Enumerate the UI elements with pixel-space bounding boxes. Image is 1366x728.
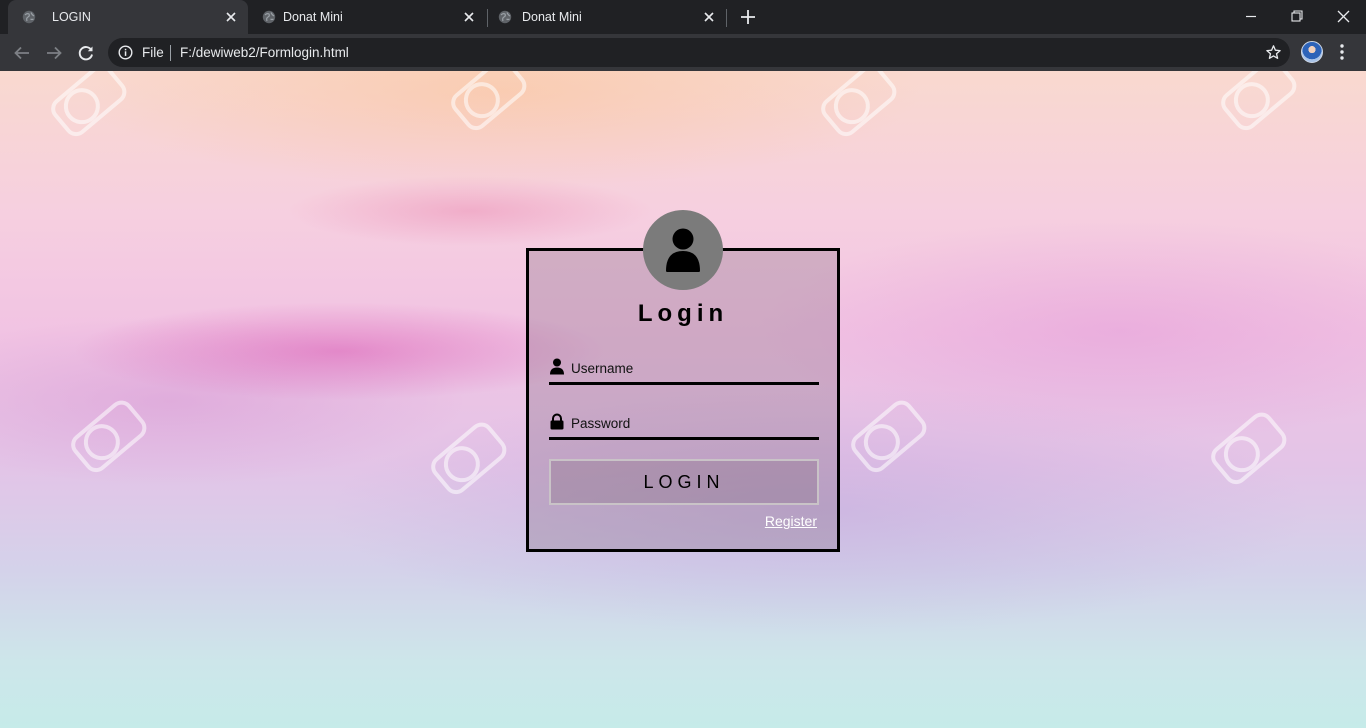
kebab-menu-icon[interactable] [1336,42,1348,62]
minimize-button[interactable] [1228,0,1274,32]
tab-title: Donat Mini [522,10,582,24]
register-link[interactable]: Register [765,513,817,529]
address-bar[interactable]: File F:/dewiweb2/Formlogin.html [108,38,1290,67]
tab-donat-mini-2[interactable]: Donat Mini [488,0,726,34]
profile-avatar[interactable] [1301,41,1323,63]
back-arrow-icon[interactable] [8,39,36,67]
watermark-icon [451,71,527,131]
login-button[interactable]: LOGIN [549,459,819,505]
watermark-icon [431,422,507,495]
user-icon [549,358,565,375]
tab-separator [726,9,727,27]
username-field [549,355,819,385]
browser-toolbar: File F:/dewiweb2/Formlogin.html [0,34,1366,71]
page-background: Login LOGIN Register [0,71,1366,728]
password-input[interactable] [571,410,817,436]
url-text[interactable]: F:/dewiweb2/Formlogin.html [180,45,349,60]
password-field [549,410,819,440]
forward-arrow-icon[interactable] [40,39,68,67]
close-icon[interactable] [460,8,478,26]
close-icon[interactable] [700,8,718,26]
globe-icon [22,10,36,24]
tab-title: Donat Mini [283,10,343,24]
avatar [643,210,723,290]
lock-icon [549,413,565,430]
omnibox-divider [170,45,171,61]
plus-icon[interactable] [736,6,760,28]
globe-icon [262,10,276,24]
tab-strip: LOGIN Donat Mini Donat Mini [0,0,1366,34]
reload-icon[interactable] [72,39,100,67]
user-icon [666,228,700,272]
watermark-icon [1221,71,1297,131]
restore-button[interactable] [1274,0,1320,32]
login-form: Login LOGIN Register [526,248,840,552]
scheme-label: File [142,45,164,60]
star-icon[interactable] [1265,44,1282,61]
watermark-icon [821,71,897,137]
watermark-icon [1211,412,1287,485]
close-icon[interactable] [222,8,240,26]
window-close-button[interactable] [1320,0,1366,32]
tab-donat-mini-1[interactable]: Donat Mini [248,0,486,34]
tab-login[interactable]: LOGIN [8,0,248,34]
username-input[interactable] [571,355,817,381]
watermark-icon [51,71,127,137]
tab-title: LOGIN [52,10,91,24]
login-title: Login [637,300,729,327]
watermark-icon [851,400,927,473]
globe-icon [498,10,512,24]
info-icon[interactable] [118,45,133,60]
watermark-icon [71,400,147,473]
